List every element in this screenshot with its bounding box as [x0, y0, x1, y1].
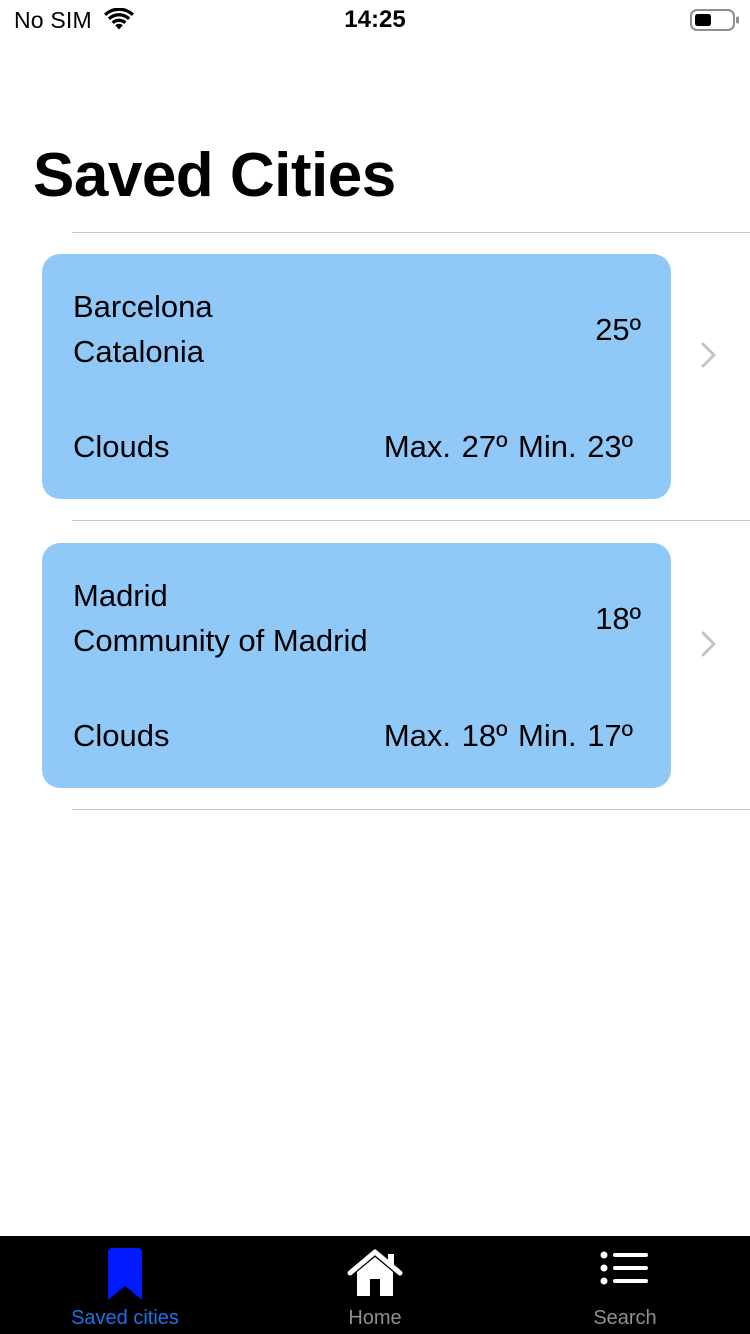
status-time: 14:25	[344, 6, 406, 33]
city-weather: Clouds	[73, 429, 170, 464]
status-bar: No SIM 14:25	[0, 0, 750, 40]
city-card[interactable]: Barcelona Catalonia 25º Clouds Max. 27º …	[42, 254, 671, 499]
tab-label: Saved cities	[71, 1307, 179, 1329]
home-icon	[347, 1249, 403, 1296]
bookmark-icon	[108, 1248, 142, 1300]
city-region: Community of Madrid	[73, 623, 368, 658]
tab-label: Search	[593, 1307, 657, 1329]
city-temperature: 18º	[595, 601, 641, 636]
tab-bar: Saved cities Home Search	[0, 1236, 750, 1334]
battery-icon	[690, 9, 739, 31]
saved-cities-screen: No SIM 14:25 Saved Cities Barcelona Cata…	[0, 0, 750, 1334]
chevron-right-icon	[701, 342, 716, 368]
list-icon	[600, 1251, 648, 1285]
city-min-max: Max. 27º Min. 23º	[383, 429, 633, 464]
page-title: Saved Cities	[33, 141, 396, 210]
city-weather: Clouds	[73, 718, 170, 753]
tab-label: Home	[348, 1307, 402, 1329]
list-separator	[72, 809, 750, 810]
city-name: Madrid	[73, 578, 168, 613]
city-row-barcelona[interactable]: Barcelona Catalonia 25º Clouds Max. 27º …	[0, 232, 750, 520]
city-temperature: 25º	[595, 312, 641, 347]
city-card[interactable]: Madrid Community of Madrid 18º Clouds Ma…	[42, 543, 671, 788]
city-row-madrid[interactable]: Madrid Community of Madrid 18º Clouds Ma…	[0, 521, 750, 809]
tab-saved-cities[interactable]: Saved cities	[0, 1236, 250, 1334]
chevron-right-icon	[701, 631, 716, 657]
city-region: Catalonia	[73, 334, 204, 369]
city-name: Barcelona	[73, 289, 213, 324]
tab-search[interactable]: Search	[500, 1236, 750, 1334]
tab-home[interactable]: Home	[250, 1236, 500, 1334]
city-min-max: Max. 18º Min. 17º	[383, 718, 633, 753]
